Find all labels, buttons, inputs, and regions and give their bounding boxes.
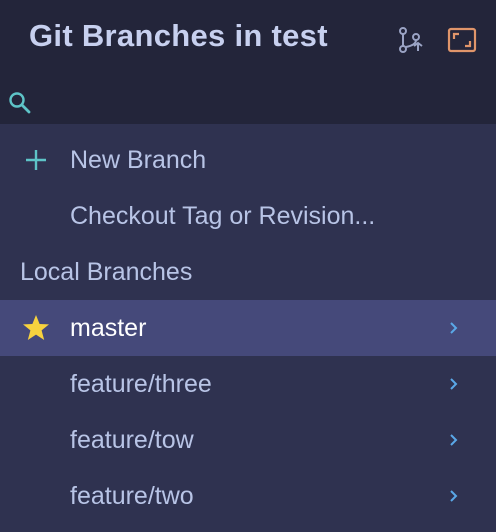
local-branches-header: Local Branches — [0, 244, 496, 300]
popup-title: Git Branches in test — [29, 18, 328, 53]
checkout-tag-label: Checkout Tag or Revision... — [70, 202, 376, 230]
branch-item-feature-tow[interactable]: feature/tow — [0, 412, 496, 468]
new-branch-action[interactable]: New Branch — [0, 132, 496, 188]
branch-name: master — [70, 314, 147, 342]
search-input[interactable] — [40, 86, 480, 118]
git-branches-icon[interactable] — [394, 24, 426, 56]
branch-list: New Branch Checkout Tag or Revision... L… — [0, 124, 496, 532]
branch-name: feature/tow — [70, 426, 194, 454]
search-bar — [0, 80, 496, 124]
branch-item-feature-two[interactable]: feature/two — [0, 468, 496, 524]
chevron-right-icon[interactable] — [446, 431, 462, 449]
plus-icon — [20, 144, 52, 176]
new-branch-label: New Branch — [70, 146, 207, 174]
expand-icon[interactable] — [446, 24, 478, 56]
branch-name: feature/two — [70, 482, 194, 510]
popup-header: Git Branches in test — [0, 0, 496, 80]
branch-name: feature/three — [70, 370, 212, 398]
git-branches-popup: Git Branches in test New Branch Checkout… — [0, 0, 496, 532]
chevron-right-icon[interactable] — [446, 375, 462, 393]
star-icon — [20, 312, 52, 344]
branch-item-feature-three[interactable]: feature/three — [0, 356, 496, 412]
search-icon — [6, 89, 34, 117]
checkout-tag-action[interactable]: Checkout Tag or Revision... — [0, 188, 496, 244]
chevron-right-icon[interactable] — [446, 487, 462, 505]
branch-item-master[interactable]: master — [0, 300, 496, 356]
chevron-right-icon[interactable] — [446, 319, 462, 337]
section-heading: Local Branches — [20, 258, 193, 286]
